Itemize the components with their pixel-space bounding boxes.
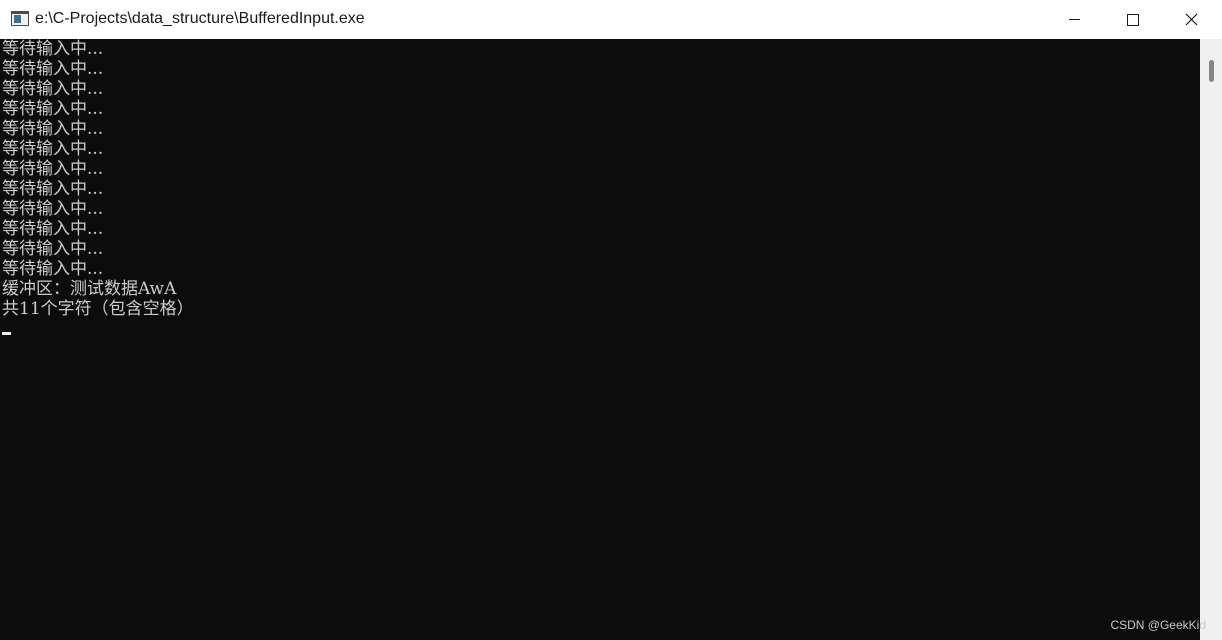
- minimize-button[interactable]: [1046, 0, 1104, 39]
- minimize-icon: [1069, 19, 1080, 20]
- console-line: 等待输入中...: [2, 139, 104, 159]
- close-button[interactable]: [1162, 0, 1220, 39]
- console-line: 等待输入中...: [2, 259, 104, 279]
- console-line: 等待输入中...: [2, 59, 104, 79]
- console-line: 等待输入中...: [2, 99, 104, 119]
- console-line: 等待输入中...: [2, 39, 104, 59]
- console-output[interactable]: 等待输入中... 等待输入中... 等待输入中... 等待输入中... 等待输入…: [0, 39, 1200, 640]
- scrollbar-thumb[interactable]: [1209, 60, 1214, 82]
- console-line: 等待输入中...: [2, 79, 104, 99]
- window-title: e:\C-Projects\data_structure\BufferedInp…: [35, 10, 365, 27]
- console-line: 等待输入中...: [2, 179, 104, 199]
- console-window: e:\C-Projects\data_structure\BufferedInp…: [0, 0, 1222, 640]
- console-line: 等待输入中...: [2, 159, 104, 179]
- buffer-line: 缓冲区：测试数据AwA: [2, 279, 177, 299]
- char-count-line: 共11个字符（包含空格）: [2, 299, 194, 319]
- vertical-scrollbar[interactable]: [1200, 39, 1222, 640]
- maximize-icon: [1127, 14, 1139, 26]
- console-line: 等待输入中...: [2, 239, 104, 259]
- watermark: CSDN @GeekKid: [1110, 618, 1206, 632]
- text-cursor: [2, 332, 11, 335]
- close-icon: [1185, 13, 1198, 26]
- title-bar[interactable]: e:\C-Projects\data_structure\BufferedInp…: [0, 0, 1222, 39]
- console-app-icon[interactable]: [11, 11, 29, 26]
- maximize-button[interactable]: [1104, 0, 1162, 39]
- console-line: 等待输入中...: [2, 199, 104, 219]
- console-line: 等待输入中...: [2, 119, 104, 139]
- console-line: 等待输入中...: [2, 219, 104, 239]
